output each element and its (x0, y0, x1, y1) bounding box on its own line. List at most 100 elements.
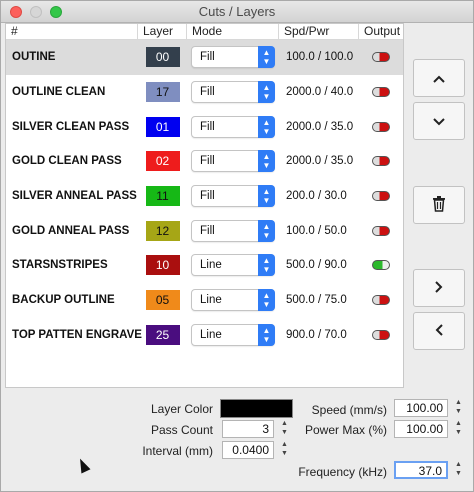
mode-cell: Fill ▲ ▼ (187, 81, 279, 104)
layer-number-swatch[interactable]: 02 (145, 151, 180, 172)
layer-cell: 01 (138, 116, 187, 137)
pass-count-field[interactable]: 3 (222, 420, 274, 438)
delete-layer-button[interactable] (413, 186, 465, 224)
layer-number-swatch[interactable]: 00 (145, 47, 180, 68)
power-max-stepper[interactable]: ▲ ▼ (453, 419, 464, 439)
mode-select[interactable]: Fill ▲ ▼ (191, 81, 275, 104)
table-row[interactable]: BACKUP OUTLINE 05 Line ▲ ▼ 500.0 / 75.0 (6, 283, 403, 318)
table-header: # Layer Mode Spd/Pwr Output (6, 24, 403, 40)
chevron-updown-icon: ▲ ▼ (258, 150, 275, 173)
table-row[interactable]: TOP PATTEN ENGRAVE 25 Line ▲ ▼ 900.0 / 70.0 (6, 318, 403, 353)
speed-field[interactable]: 100.00 (394, 399, 448, 417)
table-row[interactable]: SILVER CLEAN PASS 01 Fill ▲ ▼ 2000.0 / 35.0 (6, 109, 403, 144)
speed-stepper[interactable]: ▲ ▼ (453, 398, 464, 418)
mode-value: Fill (200, 86, 215, 99)
output-toggle[interactable] (372, 260, 390, 271)
chevron-updown-icon: ▲ ▼ (258, 219, 275, 242)
frequency-label: Frequency (kHz) (298, 465, 387, 479)
mode-cell: Line ▲ ▼ (187, 289, 279, 312)
header-layer[interactable]: Layer (138, 24, 187, 39)
layers-table[interactable]: # Layer Mode Spd/Pwr Output OUTINE 00 Fill… (5, 23, 404, 388)
trash-icon (432, 195, 446, 216)
mode-select[interactable]: Fill ▲ ▼ (191, 150, 275, 173)
output-toggle[interactable] (372, 156, 390, 167)
header-output[interactable]: Output (359, 24, 403, 39)
chevron-updown-icon: ▲ ▼ (258, 81, 275, 104)
speed-power-value: 2000.0 / 35.0 (286, 155, 354, 168)
table-row[interactable]: STARSNSTRIPES 10 Line ▲ ▼ 500.0 / 90.0 (6, 248, 403, 283)
output-cell (359, 191, 403, 202)
header-speed-power[interactable]: Spd/Pwr (279, 24, 359, 39)
output-toggle[interactable] (372, 225, 390, 236)
output-toggle[interactable] (372, 121, 390, 132)
mode-select[interactable]: Line ▲ ▼ (191, 289, 275, 312)
layer-number-swatch[interactable]: 12 (145, 220, 180, 241)
frequency-stepper[interactable]: ▲ ▼ (453, 460, 464, 480)
header-mode[interactable]: Mode (187, 24, 279, 39)
output-toggle[interactable] (372, 52, 390, 63)
table-row[interactable]: OUTINE 00 Fill ▲ ▼ 100.0 / 100.0 (6, 40, 403, 75)
layer-number-swatch[interactable]: 25 (145, 324, 180, 345)
layer-name: TOP PATTEN ENGRAVE (12, 328, 142, 341)
table-row[interactable]: GOLD ANNEAL PASS 12 Fill ▲ ▼ 100.0 / 50.0 (6, 213, 403, 248)
chevron-right-icon (435, 280, 443, 297)
mode-value: Line (200, 294, 222, 307)
output-toggle[interactable] (372, 329, 390, 340)
layer-name: OUTLINE CLEAN (12, 86, 106, 99)
layer-color-swatch[interactable] (220, 399, 293, 418)
mode-value: Line (200, 328, 222, 341)
pass-count-label: Pass Count (150, 423, 213, 437)
table-row[interactable]: SILVER ANNEAL PASS 11 Fill ▲ ▼ 200.0 / 30.0 (6, 179, 403, 214)
mode-value: Fill (200, 51, 215, 64)
mode-select[interactable]: Line ▲ ▼ (191, 323, 275, 346)
layer-cell: 25 (138, 324, 187, 345)
output-cell (359, 329, 403, 340)
output-toggle[interactable] (372, 295, 390, 306)
table-row[interactable]: OUTLINE CLEAN 17 Fill ▲ ▼ 2000.0 / 40.0 (6, 75, 403, 110)
mode-cell: Line ▲ ▼ (187, 323, 279, 346)
mode-select[interactable]: Fill ▲ ▼ (191, 185, 275, 208)
power-max-field[interactable]: 100.00 (394, 420, 448, 438)
mode-value: Line (200, 259, 222, 272)
layer-name: GOLD ANNEAL PASS (12, 224, 130, 237)
mode-value: Fill (200, 224, 215, 237)
output-toggle[interactable] (372, 87, 390, 98)
mode-cell: Fill ▲ ▼ (187, 46, 279, 69)
mode-select[interactable]: Fill ▲ ▼ (191, 46, 275, 69)
output-cell (359, 260, 403, 271)
mode-value: Fill (200, 190, 215, 203)
chevron-updown-icon: ▲ ▼ (258, 289, 275, 312)
title-bar[interactable]: Cuts / Layers (1, 1, 473, 23)
move-down-button[interactable] (413, 102, 465, 140)
layer-number-swatch[interactable]: 01 (145, 116, 180, 137)
layer-name: STARSNSTRIPES (12, 259, 108, 272)
frequency-field[interactable]: 37.0 (394, 461, 448, 479)
interval-stepper[interactable]: ▲ ▼ (279, 440, 290, 460)
speed-power-value: 900.0 / 70.0 (286, 328, 347, 341)
output-cell (359, 295, 403, 306)
chevron-updown-icon: ▲ ▼ (258, 46, 275, 69)
power-max-label: Power Max (%) (304, 423, 387, 437)
interval-field[interactable]: 0.0400 (222, 441, 274, 459)
mode-select[interactable]: Line ▲ ▼ (191, 254, 275, 277)
mode-select[interactable]: Fill ▲ ▼ (191, 115, 275, 138)
layer-cell: 10 (138, 255, 187, 276)
pass-count-stepper[interactable]: ▲ ▼ (279, 419, 290, 439)
output-toggle[interactable] (372, 191, 390, 202)
speed-label: Speed (mm/s) (311, 403, 387, 417)
layer-number-swatch[interactable]: 05 (145, 290, 180, 311)
move-left-button[interactable] (413, 312, 465, 350)
layer-number-swatch[interactable]: 10 (145, 255, 180, 276)
output-cell (359, 52, 403, 63)
layer-cell: 17 (138, 82, 187, 103)
table-body: OUTINE 00 Fill ▲ ▼ 100.0 / 100.0 OUTLINE CLEAN… (6, 40, 403, 352)
move-up-button[interactable] (413, 59, 465, 97)
header-name[interactable]: # (6, 24, 138, 39)
mode-value: Fill (200, 120, 215, 133)
mode-select[interactable]: Fill ▲ ▼ (191, 219, 275, 242)
table-row[interactable]: GOLD CLEAN PASS 02 Fill ▲ ▼ 2000.0 / 35.0 (6, 144, 403, 179)
move-right-button[interactable] (413, 269, 465, 307)
layer-number-swatch[interactable]: 17 (145, 82, 180, 103)
layer-number-swatch[interactable]: 11 (145, 186, 180, 207)
layer-cell: 11 (138, 186, 187, 207)
